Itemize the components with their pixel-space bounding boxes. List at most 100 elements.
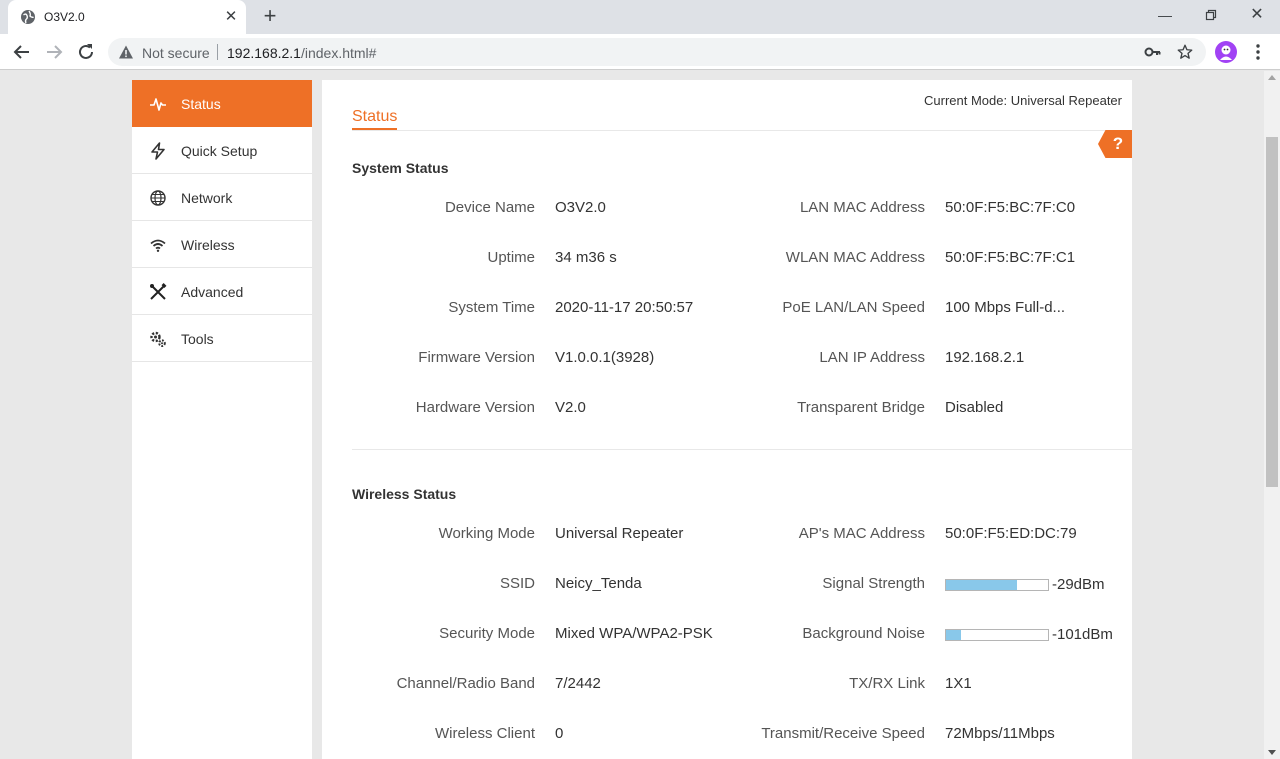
status-row: Hardware Version V2.0 Transparent Bridge… <box>322 399 1132 419</box>
firmware-version-label: Firmware Version <box>418 349 535 366</box>
not-secure-label[interactable]: Not secure <box>142 45 210 61</box>
device-name-value: O3V2.0 <box>555 199 606 216</box>
signal-strength-value: -29dBm <box>1052 576 1105 593</box>
transparent-bridge-value: Disabled <box>945 399 1004 416</box>
tools-cross-icon <box>150 283 167 300</box>
scroll-down-arrow-icon[interactable] <box>1268 750 1276 755</box>
system-status-title: System Status <box>352 160 449 176</box>
new-tab-button[interactable]: + <box>258 5 282 29</box>
url-text[interactable]: 192.168.2.1/index.html# <box>227 45 376 61</box>
lightning-icon <box>151 142 165 160</box>
avatar-face-icon <box>1220 45 1232 60</box>
system-time-label: System Time <box>448 299 535 316</box>
forward-arrow-icon[interactable] <box>42 40 66 64</box>
minimize-window-icon[interactable]: — <box>1142 0 1188 30</box>
sidebar-item-advanced[interactable]: Advanced <box>132 268 312 315</box>
tx-rx-link-label: TX/RX Link <box>849 675 925 692</box>
lan-ip-value: 192.168.2.1 <box>945 349 1025 366</box>
transparent-bridge-label: Transparent Bridge <box>797 399 925 416</box>
security-mode-value: Mixed WPA/WPA2-PSK <box>555 625 713 642</box>
tx-rx-speed-label: Transmit/Receive Speed <box>761 725 925 742</box>
browser-toolbar: Not secure 192.168.2.1/index.html# <box>0 34 1280 70</box>
key-icon[interactable] <box>1144 44 1162 60</box>
page-scrollbar[interactable] <box>1264 71 1280 759</box>
sidebar-item-quick-setup[interactable]: Quick Setup <box>132 127 312 174</box>
globe-favicon-icon <box>21 10 35 24</box>
ssid-label: SSID <box>499 575 535 592</box>
sidebar-item-tools[interactable]: Tools <box>132 315 312 362</box>
wireless-client-label: Wireless Client <box>434 725 535 742</box>
uptime-label: Uptime <box>487 249 535 266</box>
wireless-status-title: Wireless Status <box>352 486 457 502</box>
sidebar-item-label: Network <box>181 190 233 206</box>
channel-band-label: Channel/Radio Band <box>396 675 535 692</box>
help-button[interactable]: ? <box>1098 130 1132 158</box>
tab-close-icon[interactable]: ✕ <box>222 8 240 26</box>
wifi-icon <box>150 239 166 252</box>
lan-mac-value: 50:0F:F5:BC:7F:C0 <box>945 199 1076 216</box>
restore-window-icon[interactable] <box>1188 0 1234 30</box>
tab-status[interactable]: Status <box>352 108 398 130</box>
scroll-thumb[interactable] <box>1266 137 1278 487</box>
url-host: 192.168.2.1 <box>227 45 301 61</box>
signal-strength-meter <box>945 579 1049 591</box>
security-mode-label: Security Mode <box>439 625 535 642</box>
globe-icon <box>150 190 166 206</box>
firmware-version-value: V1.0.0.1(3928) <box>555 349 655 366</box>
close-window-icon[interactable]: ✕ <box>1234 0 1280 30</box>
ap-mac-value: 50:0F:F5:ED:DC:79 <box>945 525 1077 542</box>
channel-band-value: 7/2442 <box>555 675 601 692</box>
status-row: Device Name O3V2.0 LAN MAC Address 50:0F… <box>322 199 1132 219</box>
browser-tab[interactable]: O3V2.0 ✕ <box>8 0 246 34</box>
working-mode-label: Working Mode <box>438 525 535 542</box>
page-viewport: Status Quick Setup Network Wireless Adva… <box>0 71 1264 759</box>
gears-icon <box>150 331 166 347</box>
poe-lan-speed-label: PoE LAN/LAN Speed <box>782 299 925 316</box>
wlan-mac-value: 50:0F:F5:BC:7F:C1 <box>945 249 1076 266</box>
address-bar[interactable]: Not secure 192.168.2.1/index.html# <box>108 38 1206 66</box>
background-noise-value: -101dBm <box>1052 626 1113 643</box>
profile-avatar[interactable] <box>1215 41 1237 63</box>
omnibox-divider <box>217 44 218 60</box>
signal-strength-fill <box>946 580 1018 590</box>
lan-ip-label: LAN IP Address <box>819 349 925 366</box>
status-row: System Time 2020-11-17 20:50:57 PoE LAN/… <box>322 299 1132 319</box>
working-mode-value: Universal Repeater <box>555 525 684 542</box>
sidebar-item-label: Advanced <box>181 284 244 300</box>
pulse-icon <box>150 98 166 111</box>
main-content: Current Mode: Universal Repeater Status … <box>322 80 1132 759</box>
tx-rx-speed-value: 72Mbps/11Mbps <box>945 725 1055 742</box>
ssid-value: Neicy_Tenda <box>555 575 642 592</box>
background-noise-meter <box>945 629 1049 641</box>
tab-strip: O3V2.0 ✕ + — ✕ <box>0 0 1280 34</box>
bookmark-star-icon[interactable] <box>1176 43 1194 61</box>
status-row: Security Mode Mixed WPA/WPA2-PSK Backgro… <box>322 625 1132 645</box>
uptime-value: 34 m36 s <box>555 249 617 266</box>
sidebar-item-wireless[interactable]: Wireless <box>132 221 312 268</box>
signal-strength-label: Signal Strength <box>822 575 925 592</box>
back-arrow-icon[interactable] <box>10 40 34 64</box>
tab-title: O3V2.0 <box>44 10 85 24</box>
browser-menu-icon[interactable] <box>1248 41 1268 63</box>
warning-triangle-icon <box>119 45 133 59</box>
system-time-value: 2020-11-17 20:50:57 <box>555 299 694 316</box>
poe-lan-speed-value: 100 Mbps Full-d... <box>945 299 1066 316</box>
ap-mac-label: AP's MAC Address <box>798 525 925 542</box>
status-row: Channel/Radio Band 7/2442 TX/RX Link 1X1 <box>322 675 1132 695</box>
sidebar-item-label: Status <box>181 96 221 112</box>
background-noise-label: Background Noise <box>802 625 925 642</box>
scroll-up-arrow-icon[interactable] <box>1268 75 1276 80</box>
sidebar-item-status[interactable]: Status <box>132 80 312 127</box>
status-row: SSID Neicy_Tenda Signal Strength -29dBm <box>322 575 1132 595</box>
reload-icon[interactable] <box>74 40 98 64</box>
hardware-version-value: V2.0 <box>555 399 586 416</box>
wlan-mac-label: WLAN MAC Address <box>785 249 925 266</box>
url-path: /index.html# <box>300 45 377 61</box>
header-divider <box>352 130 1132 131</box>
lan-mac-label: LAN MAC Address <box>799 199 925 216</box>
hardware-version-label: Hardware Version <box>415 399 535 416</box>
status-row: Uptime 34 m36 s WLAN MAC Address 50:0F:F… <box>322 249 1132 269</box>
sidebar: Status Quick Setup Network Wireless Adva… <box>132 80 312 759</box>
sidebar-item-network[interactable]: Network <box>132 174 312 221</box>
current-mode-label: Current Mode: Universal Repeater <box>924 93 1122 108</box>
